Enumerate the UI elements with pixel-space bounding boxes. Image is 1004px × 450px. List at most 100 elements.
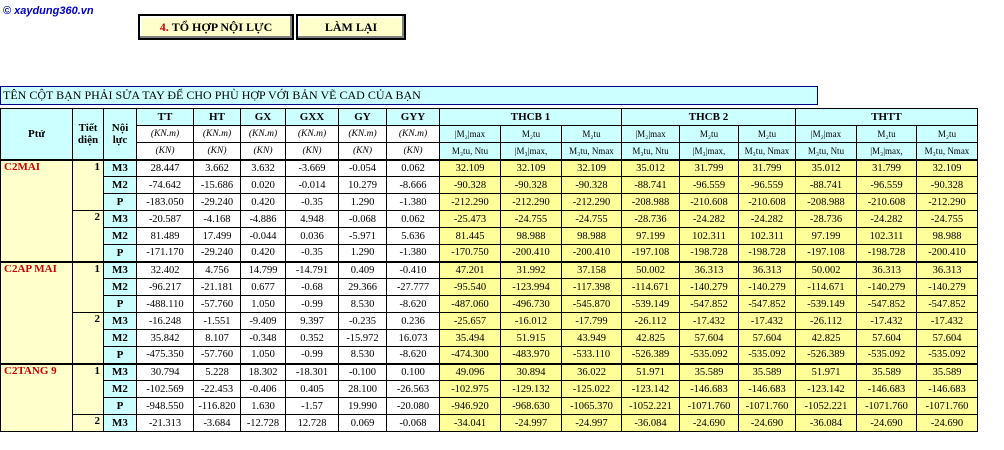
force-type: P: [103, 193, 137, 211]
header-load-case: GY: [338, 108, 387, 126]
combination-value: -1071.760: [738, 397, 796, 415]
table-row: C2AP MAI 1 M3 32.402 4.756 14.799 -14.791 0.409…: [0, 260, 978, 364]
combine-forces-button[interactable]: 4. TỔ HỢP NỘI LỰC: [138, 14, 294, 40]
header-unit-moment: (KN.m): [285, 125, 339, 143]
combination-value: 32.109: [561, 158, 622, 177]
combination-value: -535.092: [916, 346, 978, 364]
load-value: -27.777: [386, 278, 440, 296]
combination-value: -496.730: [500, 295, 562, 313]
force-type: M3: [103, 158, 137, 177]
table-row: 2 M3 -20.587 -4.168 -4.886 4.948 -0.068 0.062 -2…: [1, 210, 978, 262]
table-row: 2 M3 -21.313 -3.684 -12.728 12.728 0.069 -0.068…: [1, 414, 978, 432]
combination-value: -102.975: [439, 380, 501, 398]
table-row: P -948.550 -116.820 1.630 -1.57 19.990 -20.080…: [1, 397, 978, 415]
load-value: -1.551: [193, 312, 241, 330]
combination-value: -535.092: [679, 346, 739, 364]
header-subcase: M₂tu: [916, 125, 978, 143]
combination-value: -26.112: [795, 312, 857, 330]
table-row: M2 -102.569 -22.453 -0.406 0.405 28.100 -26.56…: [1, 380, 978, 398]
load-value: -12.728: [240, 414, 286, 432]
combination-value: 102.311: [738, 227, 796, 245]
load-value: -0.35: [285, 193, 339, 211]
combination-value: -117.398: [561, 278, 622, 296]
combination-value: -25.473: [439, 210, 501, 228]
load-value: -15.686: [193, 176, 241, 194]
combination-value: -123.142: [621, 380, 680, 398]
header-column: Ptử: [0, 108, 73, 160]
load-value: -0.99: [285, 295, 339, 313]
combination-value: -114.671: [795, 278, 857, 296]
combination-value: 97.199: [795, 227, 857, 245]
combination-value: 36.313: [679, 260, 739, 279]
combination-value: -24.282: [856, 210, 917, 228]
load-value: -171.170: [136, 244, 194, 262]
combination-value: 97.199: [621, 227, 680, 245]
combination-value: -198.728: [738, 244, 796, 262]
combination-value: 31.799: [738, 158, 796, 177]
header-subcase: M₃tu, Ntu: [795, 142, 857, 160]
combination-value: 51.971: [795, 362, 857, 381]
combination-value: -535.092: [738, 346, 796, 364]
table-row: P -183.050 -29.240 0.420 -0.35 1.290 -1.380 -21…: [1, 193, 978, 211]
load-value: 1.050: [240, 346, 286, 364]
load-value: -57.760: [193, 295, 241, 313]
combination-value: -140.279: [856, 278, 917, 296]
reset-button[interactable]: LÀM LẠI: [296, 14, 406, 40]
combination-value: -547.852: [856, 295, 917, 313]
load-value: 0.352: [285, 329, 339, 347]
combination-value: 81.445: [439, 227, 501, 245]
combination-value: -1071.760: [856, 397, 917, 415]
combination-value: -1065.370: [561, 397, 622, 415]
combination-value: 35.494: [439, 329, 501, 347]
combination-value: -24.997: [561, 414, 622, 432]
load-value: -4.886: [240, 210, 286, 228]
table-row: P -488.110 -57.760 1.050 -0.99 8.530 -8.620 -48…: [1, 295, 978, 313]
copyright-icon: ©: [3, 5, 12, 17]
load-value: -0.068: [338, 210, 387, 228]
load-value: -0.348: [240, 329, 286, 347]
load-value: 29.366: [338, 278, 387, 296]
load-value: -3.684: [193, 414, 241, 432]
load-value: -4.168: [193, 210, 241, 228]
header-subcase: M₂tu: [856, 125, 917, 143]
combination-value: 32.109: [916, 158, 978, 177]
load-value: 35.842: [136, 329, 194, 347]
combination-value: -123.142: [795, 380, 857, 398]
combination-value: -140.279: [738, 278, 796, 296]
combination-value: -146.683: [916, 380, 978, 398]
load-value: 8.530: [338, 295, 387, 313]
combination-value: -34.041: [439, 414, 501, 432]
combination-value: 30.894: [500, 362, 562, 381]
combination-value: -198.728: [856, 244, 917, 262]
combination-value: 102.311: [679, 227, 739, 245]
combination-value: 36.313: [856, 260, 917, 279]
load-value: -8.620: [386, 346, 440, 364]
combination-value: -36.084: [621, 414, 680, 432]
load-value: -96.217: [136, 278, 194, 296]
load-value: -0.406: [240, 380, 286, 398]
load-value: -0.068: [386, 414, 440, 432]
load-value: -15.972: [338, 329, 387, 347]
combination-value: -210.608: [856, 193, 917, 211]
header-load-case: GYY: [386, 108, 440, 126]
load-value: 14.799: [240, 260, 286, 279]
header-group: THTT: [795, 108, 978, 126]
table-row: P -171.170 -29.240 0.420 -0.35 1.290 -1.380 -17…: [1, 244, 978, 262]
combination-value: -1052.221: [795, 397, 857, 415]
header-unit-moment: (KN.m): [240, 125, 286, 143]
header-subcase: M₂tu: [561, 125, 622, 143]
combination-value: -146.683: [679, 380, 739, 398]
combination-value: -474.300: [439, 346, 501, 364]
combination-value: -88.741: [621, 176, 680, 194]
combination-value: 102.311: [856, 227, 917, 245]
load-value: 28.100: [338, 380, 387, 398]
load-value: 30.794: [136, 362, 194, 381]
force-combination-table: Ptử Tiết diện Nội lực TT HT GX GXX GY GYY THCB 1T…: [0, 108, 978, 432]
combination-value: -90.328: [916, 176, 978, 194]
table-row: C2TANG 9 1 M3 30.794 5.228 18.302 -18.301 -0.10…: [0, 362, 978, 432]
combination-value: 50.002: [795, 260, 857, 279]
load-value: -0.68: [285, 278, 339, 296]
header-force: Nội lực: [103, 108, 137, 160]
combination-value: -212.290: [439, 193, 501, 211]
combination-value: -539.149: [795, 295, 857, 313]
